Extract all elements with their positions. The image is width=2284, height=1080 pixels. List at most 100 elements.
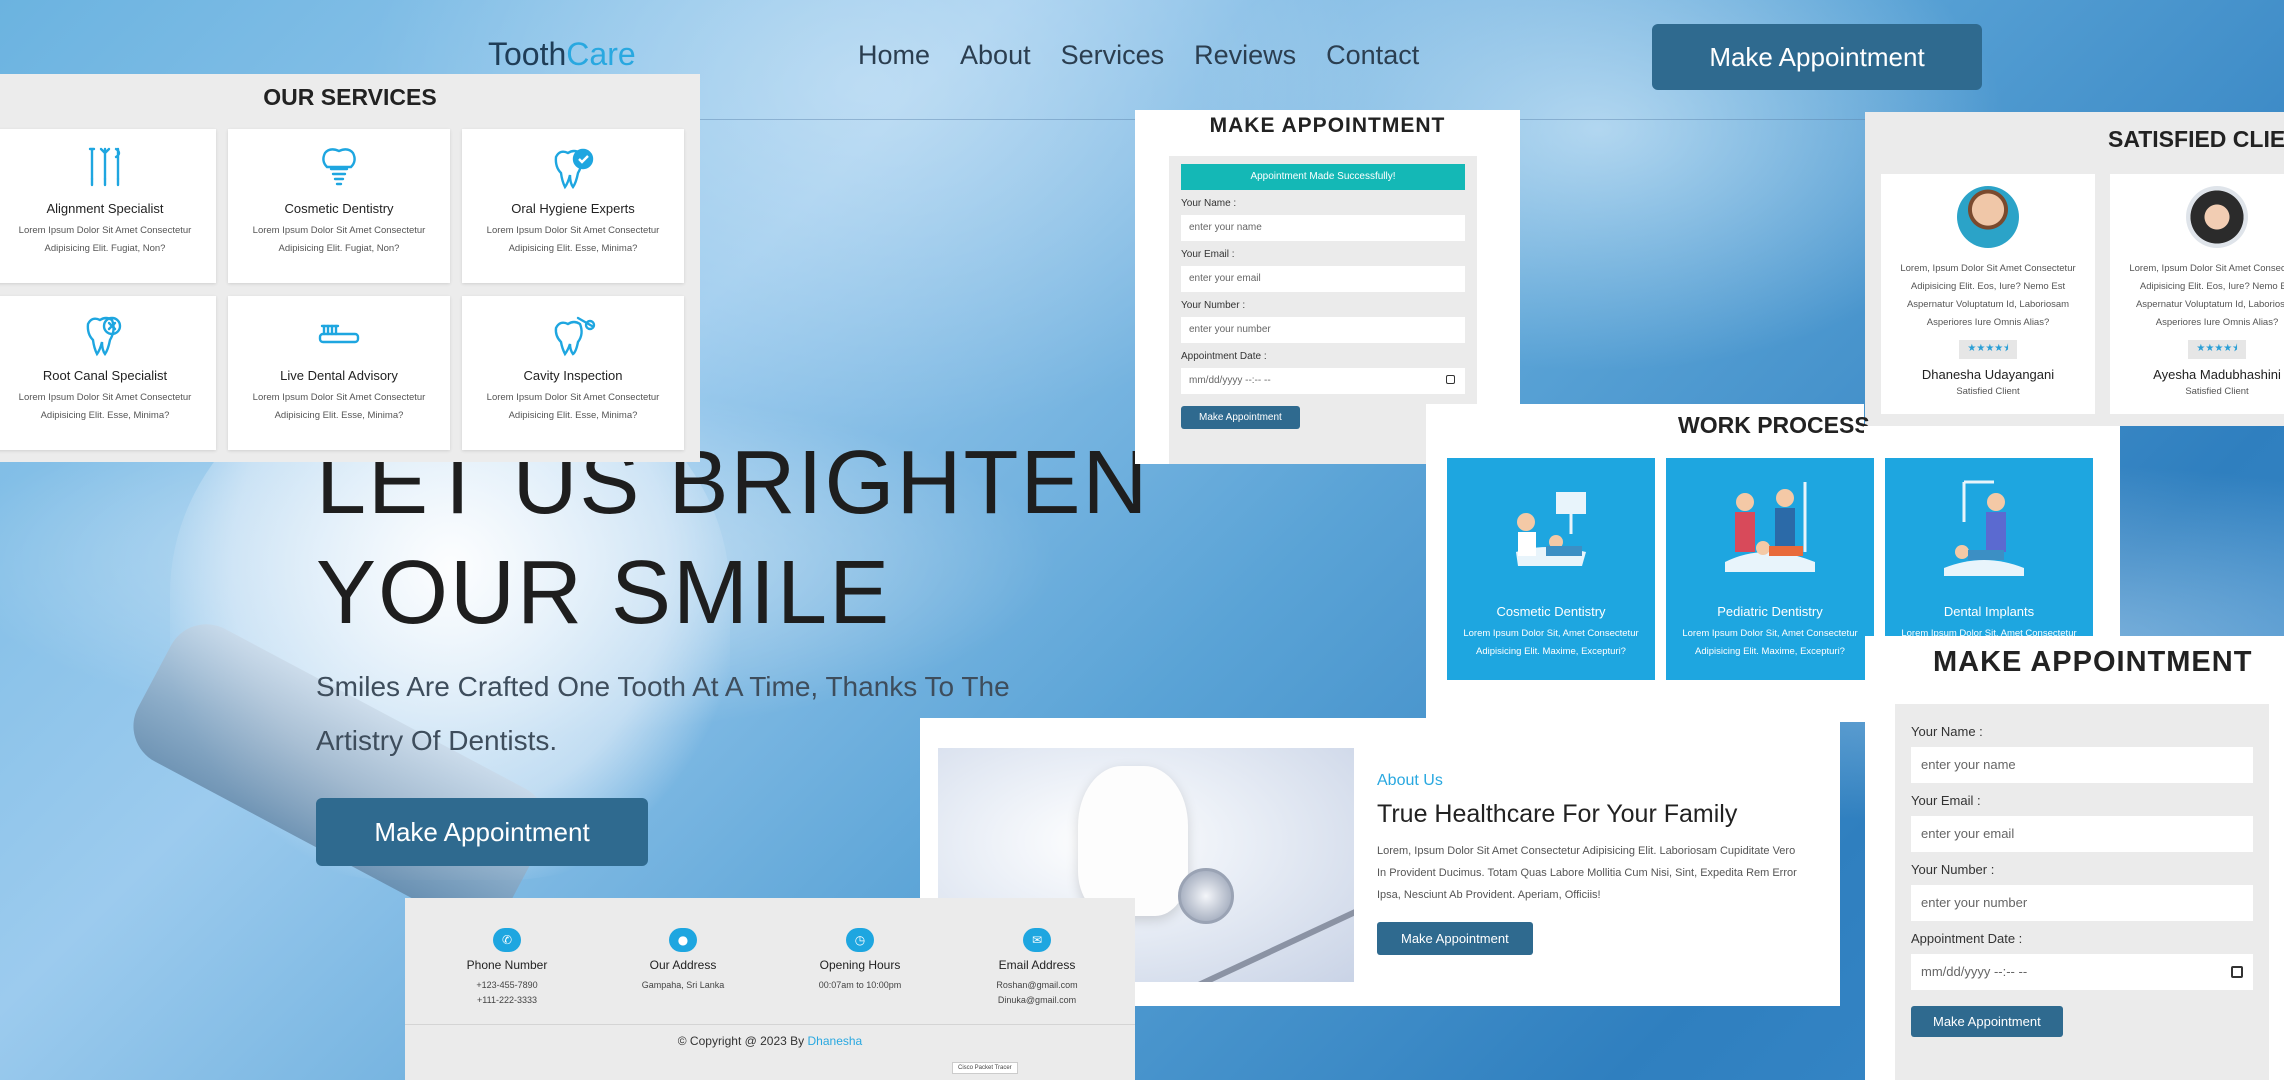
calendar-icon[interactable]: [2231, 966, 2243, 978]
appointment-heading: MAKE APPOINTMENT: [1933, 646, 2253, 678]
clock-icon: ◷: [846, 928, 874, 952]
nav-link-reviews[interactable]: Reviews: [1194, 40, 1296, 71]
submit-appointment-button[interactable]: Make Appointment: [1911, 1006, 2063, 1037]
name-label: Your Name :: [1181, 198, 1237, 209]
date-label: Appointment Date :: [1911, 931, 2023, 946]
location-pin-icon: ●: [669, 928, 697, 952]
client-quote: Lorem, Ipsum Dolor Sit Amet Consectetur …: [2129, 263, 2284, 328]
dental-tools-icon: [88, 147, 121, 187]
client-card: Lorem, Ipsum Dolor Sit Amet Consectetur …: [2110, 174, 2284, 414]
service-card[interactable]: Live Dental Advisory Lorem Ipsum Dolor S…: [228, 296, 450, 450]
service-card[interactable]: Alignment Specialist Lorem Ipsum Dolor S…: [0, 129, 216, 283]
nav-links: Home About Services Reviews Contact: [858, 40, 1419, 71]
dental-implants-illustration: [1944, 480, 2024, 576]
work-title: Dental Implants: [1943, 604, 2035, 619]
appointment-form-large: MAKE APPOINTMENT Your Name : enter your …: [1865, 636, 2284, 1080]
nav-link-contact[interactable]: Contact: [1326, 40, 1419, 71]
contact-title: Our Address: [649, 958, 717, 972]
number-input[interactable]: enter your number: [1181, 317, 1465, 343]
work-card[interactable]: Pediatric Dentistry Lorem Ipsum Dolor Si…: [1666, 458, 1874, 680]
email-label: Your Email :: [1181, 249, 1235, 260]
about-title: True Healthcare For Your Family: [1377, 800, 1738, 828]
contact-value: Dinuka@gmail.com: [997, 995, 1077, 1005]
star-rating: ★★★★⯨: [2188, 340, 2246, 359]
footer-divider: [405, 1024, 1135, 1025]
tooth-implant-icon: [322, 148, 356, 186]
work-card[interactable]: Dental Implants Lorem Ipsum Dolor Sit, A…: [1885, 458, 2093, 636]
copyright-text: © Copyright @ 2023 By Dhanesha: [405, 1034, 1135, 1048]
success-alert: Appointment Made Successfully!: [1181, 164, 1465, 190]
date-value: mm/dd/yyyy --:-- --: [1921, 964, 2028, 979]
phone-icon: ✆: [493, 928, 521, 952]
contact-title: Email Address: [998, 958, 1076, 972]
envelope-icon: ✉: [1023, 928, 1051, 952]
root-canal-tooth-icon: [86, 316, 122, 357]
service-desc: Lorem Ipsum Dolor Sit Amet Consectetur A…: [18, 392, 192, 421]
contact-title: Opening Hours: [819, 958, 901, 972]
contact-value: 00:07am to 10:00pm: [818, 980, 902, 990]
tooth-check-icon: [554, 148, 594, 190]
author-link[interactable]: Dhanesha: [808, 1034, 863, 1048]
work-desc: Lorem Ipsum Dolor Sit, Amet Consectetur …: [1682, 628, 1858, 657]
contact-title: Phone Number: [466, 958, 548, 972]
email-input[interactable]: enter your email: [1181, 266, 1465, 292]
contact-item-email: ✉ Email Address Roshan@gmail.com Dinuka@…: [962, 928, 1112, 1008]
date-input[interactable]: mm/dd/yyyy --:-- --: [1181, 368, 1465, 394]
email-label: Your Email :: [1911, 793, 1981, 808]
work-card[interactable]: Cosmetic Dentistry Lorem Ipsum Dolor Sit…: [1447, 458, 1655, 680]
about-subtitle: About Us: [1377, 772, 1443, 789]
appointment-form: Your Name : enter your name Your Email :…: [1895, 704, 2269, 1080]
about-make-appointment-button[interactable]: Make Appointment: [1377, 922, 1533, 955]
service-title: Root Canal Specialist: [42, 368, 168, 383]
service-card[interactable]: Oral Hygiene Experts Lorem Ipsum Dolor S…: [462, 129, 684, 283]
service-desc: Lorem Ipsum Dolor Sit Amet Consectetur A…: [252, 225, 426, 254]
service-card[interactable]: Root Canal Specialist Lorem Ipsum Dolor …: [0, 296, 216, 450]
work-desc: Lorem Ipsum Dolor Sit, Amet Consectetur …: [1901, 628, 2077, 636]
client-role: Satisfied Client: [2185, 386, 2249, 397]
contact-footer: ✆ Phone Number +123-455-7890 +111-222-33…: [405, 898, 1135, 1080]
contact-item-hours: ◷ Opening Hours 00:07am to 10:00pm: [785, 928, 935, 993]
contact-value: +123-455-7890: [476, 980, 538, 990]
contact-value: +111-222-3333: [477, 995, 537, 1005]
name-input[interactable]: enter your name: [1181, 215, 1465, 241]
nav-link-about[interactable]: About: [960, 40, 1031, 71]
service-title: Oral Hygiene Experts: [511, 201, 635, 216]
appointment-heading: MAKE APPOINTMENT: [1209, 114, 1446, 137]
contact-value: Gampaha, Sri Lanka: [641, 980, 725, 990]
work-heading: WORK PROCESS: [1678, 412, 1870, 438]
logo-tooth: Tooth: [488, 36, 567, 72]
avatar: [1957, 186, 2019, 248]
number-label: Your Number :: [1181, 300, 1246, 311]
client-name: Ayesha Madubhashini: [2153, 367, 2281, 382]
calendar-icon[interactable]: [1446, 375, 1455, 384]
contact-item-phone: ✆ Phone Number +123-455-7890 +111-222-33…: [432, 928, 582, 1008]
service-title: Cosmetic Dentistry: [284, 201, 394, 216]
work-desc: Lorem Ipsum Dolor Sit, Amet Consectetur …: [1463, 628, 1639, 657]
nav-link-home[interactable]: Home: [858, 40, 930, 71]
nav-make-appointment-button[interactable]: Make Appointment: [1652, 24, 1982, 90]
service-desc: Lorem Ipsum Dolor Sit Amet Consectetur A…: [486, 392, 660, 421]
service-card[interactable]: Cavity Inspection Lorem Ipsum Dolor Sit …: [462, 296, 684, 450]
service-desc: Lorem Ipsum Dolor Sit Amet Consectetur A…: [18, 225, 192, 254]
service-title: Cavity Inspection: [523, 368, 623, 383]
logo-care: Care: [566, 36, 636, 72]
copyright-label: © Copyright @ 2023 By: [677, 1034, 805, 1048]
avatar: [2186, 186, 2248, 248]
star-rating: ★★★★⯨: [1959, 340, 2017, 359]
date-input[interactable]: mm/dd/yyyy --:-- --: [1911, 954, 2253, 990]
client-role: Satisfied Client: [1956, 386, 2020, 397]
work-title: Pediatric Dentistry: [1717, 604, 1823, 619]
clients-heading: SATISFIED CLIENTS: [2108, 126, 2284, 152]
name-input[interactable]: enter your name: [1911, 747, 2253, 783]
submit-appointment-button[interactable]: Make Appointment: [1181, 406, 1300, 429]
number-input[interactable]: enter your number: [1911, 885, 2253, 921]
site-logo[interactable]: ToothCare: [488, 36, 636, 73]
nav-link-services[interactable]: Services: [1061, 40, 1165, 71]
email-input[interactable]: enter your email: [1911, 816, 2253, 852]
date-label: Appointment Date :: [1181, 351, 1267, 362]
hero-make-appointment-button[interactable]: Make Appointment: [316, 798, 648, 866]
services-heading: OUR SERVICES: [263, 84, 437, 110]
service-title: Alignment Specialist: [46, 201, 164, 216]
service-card[interactable]: Cosmetic Dentistry Lorem Ipsum Dolor Sit…: [228, 129, 450, 283]
contact-value: Roshan@gmail.com: [996, 980, 1078, 990]
